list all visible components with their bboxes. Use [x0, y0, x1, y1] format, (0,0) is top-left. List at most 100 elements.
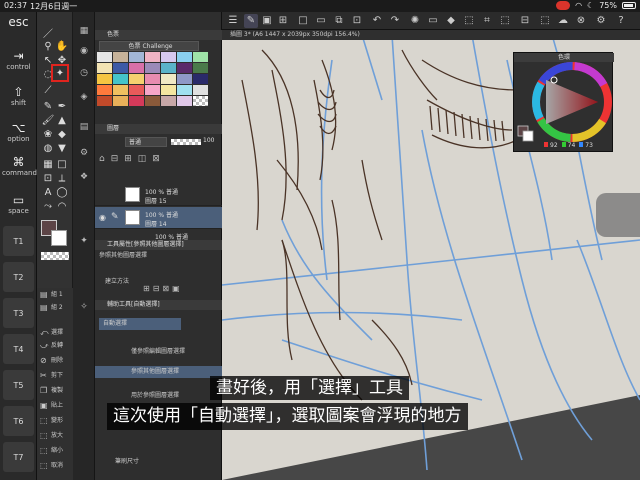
- color-panel-icon[interactable]: ◉: [77, 46, 91, 60]
- layer-panel-icon[interactable]: ▤: [77, 122, 91, 136]
- group-item-1[interactable]: ▤ 組 1: [37, 288, 73, 301]
- t3-button[interactable]: T3: [3, 298, 34, 328]
- sub-tool-item-other-layer[interactable]: 參照其他圖層選擇: [95, 366, 222, 378]
- airbrush-tool-icon[interactable]: ▲: [55, 114, 69, 128]
- save-icon[interactable]: ⊞: [276, 14, 290, 28]
- eyedropper-tool-icon[interactable]: ⟋: [41, 84, 55, 98]
- palette-swatch-grid[interactable]: [97, 52, 208, 106]
- auto-select-highlight: [51, 64, 69, 82]
- menu-item-paste[interactable]: ▣ 貼上: [37, 399, 73, 412]
- select-icon[interactable]: ⬚: [538, 14, 552, 28]
- menu-item-shrink[interactable]: ⬚ 縮小: [37, 444, 73, 457]
- t7-button[interactable]: T7: [3, 442, 34, 472]
- eraser-tool-icon[interactable]: ◆: [55, 128, 69, 142]
- sub-tool-group-tab[interactable]: 自動選擇: [99, 318, 181, 330]
- frame-tool-icon[interactable]: ⊡: [41, 172, 55, 186]
- transparent-color-swatch[interactable]: [41, 252, 69, 260]
- navigator-panel-icon[interactable]: ◈: [77, 92, 91, 106]
- esc-key[interactable]: esc: [2, 16, 35, 29]
- zoom-tool-icon[interactable]: ⚲: [41, 40, 55, 54]
- color-wheel-panel[interactable]: 色環 92 74 73: [513, 52, 614, 152]
- selection-icon[interactable]: ⬚: [498, 14, 512, 28]
- correct-line-tool-icon[interactable]: ⤳: [41, 200, 55, 214]
- brush-size-label: 筆刷尺寸: [115, 458, 140, 465]
- text-tool-icon[interactable]: A: [41, 186, 55, 200]
- palette-set-select[interactable]: 色票 Challenge: [99, 41, 199, 51]
- help-icon[interactable]: ?: [614, 14, 628, 28]
- group-item-2[interactable]: ▤ 組 2: [37, 301, 73, 314]
- blend-tool-icon[interactable]: ◍: [41, 142, 55, 156]
- balloon-tool-icon[interactable]: ◯: [55, 186, 69, 200]
- scissors-icon: ✂: [40, 371, 47, 380]
- folder-icon[interactable]: ▭: [314, 14, 328, 28]
- layer-thumbnail: [125, 187, 140, 202]
- menu-item-cut[interactable]: ✂ 剪下: [37, 369, 73, 382]
- hand-tool-icon[interactable]: ✋: [55, 40, 69, 54]
- menu-item-enlarge[interactable]: ⬚ 放大: [37, 429, 73, 442]
- pen-nib-tool-icon[interactable]: ✒: [55, 100, 69, 114]
- tool-property-icon[interactable]: ✦: [77, 236, 91, 250]
- t2-button[interactable]: T2: [3, 262, 34, 292]
- deselect-icon[interactable]: ⊟: [518, 14, 532, 28]
- sub-tool-icon[interactable]: ✧: [77, 302, 91, 316]
- brush-tool-icon[interactable]: 🖌: [41, 114, 55, 128]
- material-panel-icon[interactable]: ❖: [77, 172, 91, 186]
- control-key[interactable]: ⇥ control: [2, 50, 35, 72]
- assist-icon[interactable]: ⊗: [574, 14, 588, 28]
- menu-item-invert[interactable]: ⤻ 反轉: [37, 339, 73, 352]
- color-wheel[interactable]: [514, 62, 614, 152]
- shift-key[interactable]: ⇧ shift: [2, 86, 35, 108]
- new-icon[interactable]: □: [296, 14, 310, 28]
- history-panel-icon[interactable]: ◷: [77, 68, 91, 82]
- blend-mode-select[interactable]: 普通: [125, 137, 167, 147]
- menu-item-copy[interactable]: ❐ 複製: [37, 384, 73, 397]
- t4-button[interactable]: T4: [3, 334, 34, 364]
- edit-icon[interactable]: ✎: [244, 14, 258, 28]
- image-icon[interactable]: ▣: [260, 14, 274, 28]
- menu-item-transform[interactable]: ⬚ 變形: [37, 414, 73, 427]
- sub-tool-item-reference-layer[interactable]: 用於參照圖層選擇: [95, 390, 222, 402]
- option-key[interactable]: ⌥ option: [2, 122, 35, 144]
- ruler-tool-icon[interactable]: ⟂: [55, 172, 69, 186]
- eye-icon[interactable]: ◉: [99, 213, 106, 222]
- cloud-icon[interactable]: ☁: [556, 14, 570, 28]
- shape-tool-icon[interactable]: □: [55, 158, 69, 172]
- menu-item-delete[interactable]: ⊘ 刪除: [37, 354, 73, 367]
- transform-icon[interactable]: ⬚: [462, 14, 476, 28]
- layer-action-icons[interactable]: ⌂⊟⊞◫⊠: [99, 154, 217, 170]
- space-key[interactable]: ▭ space: [2, 194, 35, 216]
- menu-item-select[interactable]: ⤺ 選擇: [37, 326, 73, 339]
- selection-mode-icons[interactable]: ⊞⊟⊠▣: [143, 284, 183, 293]
- sub-tool-item-edit-layer[interactable]: 僅參照編輯圖層選擇: [95, 346, 222, 358]
- canvas-tab[interactable]: 插圖 3* (A6 1447 x 2039px 350dpi 156.4%): [222, 30, 640, 40]
- sub-color-swatch[interactable]: [51, 230, 67, 246]
- t1-button[interactable]: T1: [3, 226, 34, 256]
- layer-row-14[interactable]: ◉ ✎ 100 % 普通 圖層 14: [95, 207, 222, 229]
- command-key[interactable]: ⌘ command: [2, 156, 37, 178]
- edge-handle[interactable]: [596, 193, 640, 237]
- decoration-tool-icon[interactable]: ❀: [41, 128, 55, 142]
- share-icon[interactable]: ⊡: [350, 14, 364, 28]
- fill-tool-icon[interactable]: ▼: [55, 142, 69, 156]
- fill-icon[interactable]: ▭: [426, 14, 440, 28]
- t5-button[interactable]: T5: [3, 370, 34, 400]
- panel-icon-strip: ▦ ◉ ◷ ◈ ▤ ⚙ ❖ ✦ ✧: [73, 12, 95, 480]
- bucket-icon[interactable]: ◆: [444, 14, 458, 28]
- balloon-tail-tool-icon[interactable]: ◠: [55, 200, 69, 214]
- clear-icon[interactable]: ✺: [408, 14, 422, 28]
- redo-icon[interactable]: ↷: [388, 14, 402, 28]
- stack-icon[interactable]: ⧉: [332, 14, 346, 28]
- undo-icon[interactable]: ↶: [370, 14, 384, 28]
- opacity-slider[interactable]: [171, 139, 201, 145]
- crop-icon[interactable]: ⌗: [480, 14, 494, 28]
- gradient-tool-icon[interactable]: ▦: [41, 158, 55, 172]
- menu-item-deselect[interactable]: ⬚ 取消: [37, 459, 73, 472]
- pencil-tool-icon[interactable]: ✎: [41, 100, 55, 114]
- delete-icon: ⊘: [40, 356, 47, 365]
- palette-panel-icon[interactable]: ▦: [77, 26, 91, 40]
- menu-icon[interactable]: ☰: [226, 14, 240, 28]
- t6-button[interactable]: T6: [3, 406, 34, 436]
- layer-row-15[interactable]: 100 % 普通 圖層 15: [95, 184, 222, 206]
- settings-icon[interactable]: ⚙: [594, 14, 608, 28]
- property-panel-icon[interactable]: ⚙: [77, 148, 91, 162]
